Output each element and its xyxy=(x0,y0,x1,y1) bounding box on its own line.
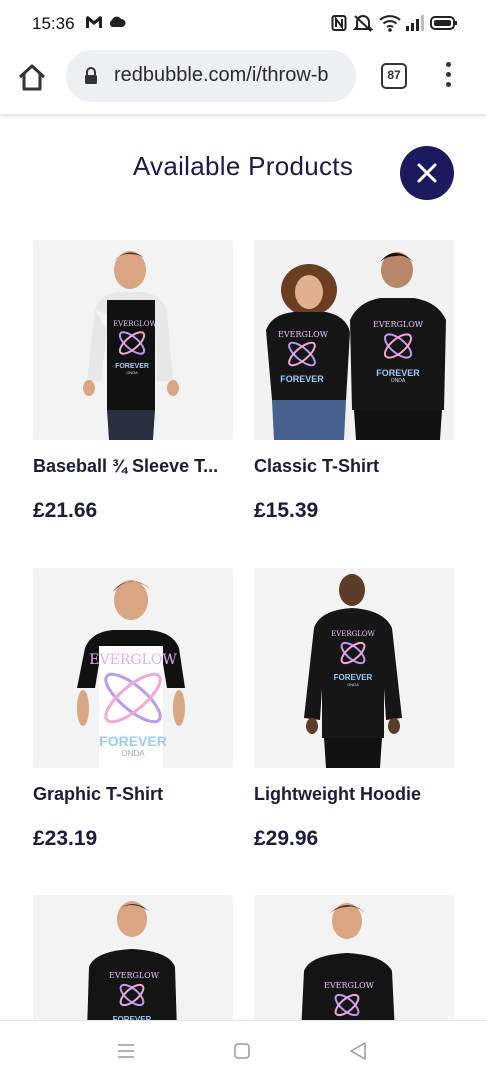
design-artwork: EVERGLOW xyxy=(324,981,374,1025)
browser-toolbar: redbubble.com/i/throw-b 87 xyxy=(0,48,486,114)
artwork-brand: EVERGLOW xyxy=(113,320,157,328)
artwork-line1: FOREVER xyxy=(333,673,373,682)
status-time: 15:36 xyxy=(32,14,75,33)
product-name[interactable]: Baseball ¾ Sleeve T... xyxy=(33,456,233,477)
design-artwork: EVERGLOW FOREVER xyxy=(109,971,159,1024)
artwork-line2: ONDA xyxy=(347,682,359,687)
address-bar[interactable]: redbubble.com/i/throw-b xyxy=(66,50,356,102)
home-nav-button[interactable] xyxy=(233,1042,251,1065)
square-icon xyxy=(234,1043,250,1059)
more-vert-icon xyxy=(445,62,451,67)
artwork-line2: ONDA xyxy=(126,370,138,375)
menu-lines-icon xyxy=(118,1044,134,1058)
product-card[interactable]: EVERGLOW FOREVER ONDA Graphic T-Shirt £2… xyxy=(33,568,233,850)
artwork-orbit-icon xyxy=(118,331,146,355)
lock-icon xyxy=(84,67,98,90)
product-price: £23.19 xyxy=(33,827,98,850)
product-price: £29.96 xyxy=(254,827,319,850)
recents-button[interactable] xyxy=(116,1042,136,1065)
status-bar: 15:36 xyxy=(0,0,486,48)
back-nav-button[interactable] xyxy=(348,1041,368,1066)
signal-icon xyxy=(405,14,425,37)
product-card[interactable]: EVERGLOW FOREVER EVERGLOW FOREVER ONDA C… xyxy=(254,240,454,522)
tab-switcher-button[interactable]: 87 xyxy=(381,63,407,89)
product-image[interactable]: EVERGLOW FOREVER EVERGLOW FOREVER ONDA xyxy=(254,240,454,440)
design-artwork: EVERGLOW FOREVER xyxy=(278,330,328,384)
system-nav-bar xyxy=(0,1020,486,1080)
artwork-brand: EVERGLOW xyxy=(89,652,177,668)
artwork-line1: FOREVER xyxy=(99,733,167,749)
artwork-orbit-icon xyxy=(288,341,316,367)
artwork-orbit-icon xyxy=(340,641,366,665)
artwork-orbit-icon xyxy=(383,333,413,359)
design-artwork: EVERGLOW FOREVER ONDA xyxy=(372,320,424,384)
close-icon xyxy=(417,163,437,183)
cloud-icon xyxy=(108,14,126,35)
artwork-orbit-icon xyxy=(119,983,145,1007)
back-triangle-icon xyxy=(350,1042,366,1060)
wifi-icon xyxy=(379,14,401,37)
artwork-line2: ONDA xyxy=(121,749,145,758)
product-price: £21.66 xyxy=(33,499,98,522)
artwork-brand: EVERGLOW xyxy=(331,630,375,638)
product-image[interactable]: EVERGLOW FOREVER ONDA xyxy=(33,568,233,768)
design-artwork: EVERGLOW FOREVER ONDA xyxy=(330,630,376,687)
product-card[interactable]: EVERGLOW FOREVER ONDA Lightweight Hoodie… xyxy=(254,568,454,850)
artwork-brand: EVERGLOW xyxy=(324,981,374,990)
artwork-brand: EVERGLOW xyxy=(373,320,423,329)
close-button[interactable] xyxy=(400,146,454,200)
artwork-line1: FOREVER xyxy=(376,368,420,378)
artwork-orbit-icon xyxy=(334,993,360,1017)
mute-icon xyxy=(352,14,374,37)
artwork-line1: FOREVER xyxy=(115,363,149,370)
battery-icon xyxy=(430,14,458,37)
product-image[interactable]: EVERGLOW FOREVER ONDA xyxy=(33,240,233,440)
artwork-line1: FOREVER xyxy=(280,374,324,384)
artwork-orbit-icon xyxy=(104,672,162,724)
artwork-brand: EVERGLOW xyxy=(278,330,328,339)
home-button[interactable] xyxy=(16,62,48,94)
artwork-line2: ONDA xyxy=(390,378,406,384)
design-artwork: EVERGLOW FOREVER ONDA xyxy=(89,652,177,758)
product-name[interactable]: Lightweight Hoodie xyxy=(254,784,454,805)
design-artwork: EVERGLOW FOREVER ONDA xyxy=(113,320,157,375)
overflow-menu-button[interactable] xyxy=(440,62,456,92)
gmail-icon xyxy=(85,14,103,35)
home-icon xyxy=(18,64,46,91)
product-name[interactable]: Classic T-Shirt xyxy=(254,456,454,477)
nfc-icon xyxy=(331,14,347,37)
artwork-brand: EVERGLOW xyxy=(109,971,159,980)
url-text: redbubble.com/i/throw-b xyxy=(114,64,329,86)
product-card[interactable]: EVERGLOW FOREVER ONDA Baseball ¾ Sleeve … xyxy=(33,240,233,522)
product-image[interactable]: EVERGLOW FOREVER ONDA xyxy=(254,568,454,768)
product-name[interactable]: Graphic T-Shirt xyxy=(33,784,233,805)
product-price: £15.39 xyxy=(254,499,319,522)
